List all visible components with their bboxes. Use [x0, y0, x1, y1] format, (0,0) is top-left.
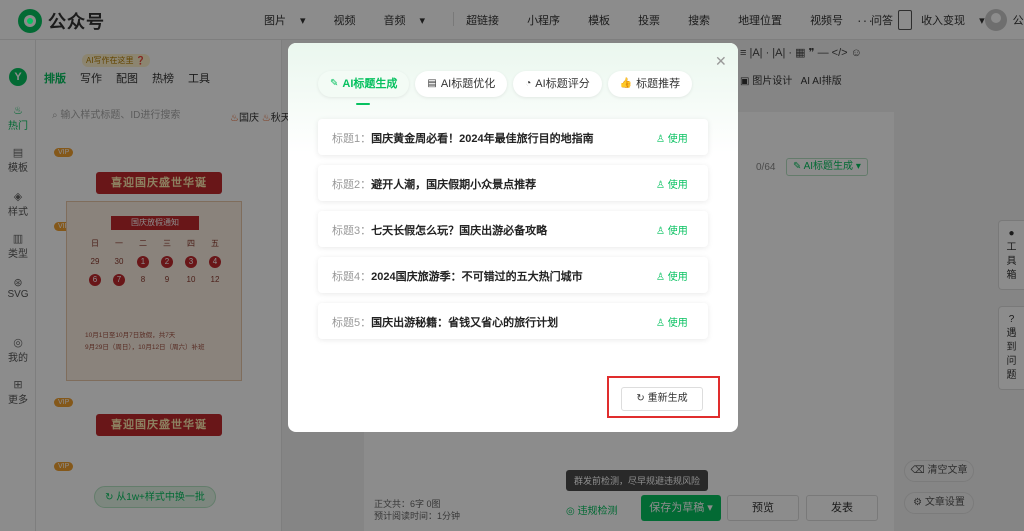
title-text: 2024国庆旅游季：不可错过的五大热门城市	[371, 271, 583, 283]
title-index: 标题1：	[332, 133, 372, 145]
title-index: 标题3：	[332, 225, 372, 237]
doc-icon: ▤	[427, 78, 437, 89]
modal-tabs: ✎ AI标题生成 ▤ AI标题优化 ◔ AI标题评分 👍 标题推荐	[318, 71, 693, 105]
title-option: 标题2：避开人潮，国庆假期小众景点推荐 ♙ 使用	[318, 165, 708, 201]
title-option: 标题3：七天长假怎么玩？国庆出游必备攻略 ♙ 使用	[318, 211, 708, 247]
title-index: 标题2：	[332, 179, 372, 191]
score-icon: ◔	[525, 78, 532, 89]
thumb-icon: ♙	[656, 134, 668, 145]
ai-title-modal: ✕ ✎ AI标题生成 ▤ AI标题优化 ◔ AI标题评分 👍 标题推荐 标题1：国庆黄金…	[288, 43, 738, 432]
regenerate-button[interactable]: ↻ 重新生成	[621, 387, 703, 411]
title-text: 避开人潮，国庆假期小众景点推荐	[371, 179, 537, 191]
thumb-icon: ♙	[656, 272, 668, 283]
thumb-icon: 👍	[619, 78, 633, 89]
title-index: 标题5：	[332, 317, 372, 329]
magic-wand-icon: ✎	[330, 78, 339, 89]
title-text: 七天长假怎么玩？国庆出游必备攻略	[371, 225, 548, 237]
tab-ai-title-optimize[interactable]: ▤ AI标题优化	[415, 71, 508, 97]
tab-title-recommend[interactable]: 👍 标题推荐	[607, 71, 693, 97]
thumb-icon: ♙	[656, 180, 668, 191]
title-index: 标题4：	[332, 271, 372, 283]
title-option: 标题1：国庆黄金周必看！2024年最佳旅行目的地指南 ♙ 使用	[318, 119, 708, 155]
tab-ai-title-score[interactable]: ◔ AI标题评分	[513, 71, 602, 97]
use-title-button[interactable]: ♙ 使用	[656, 268, 688, 283]
use-title-button[interactable]: ♙ 使用	[656, 222, 688, 237]
use-title-button[interactable]: ♙ 使用	[656, 314, 688, 329]
tab-ai-title-generate[interactable]: ✎ AI标题生成	[318, 71, 410, 105]
title-text: 国庆出游秘籍：省钱又省心的旅行计划	[371, 317, 559, 329]
title-option: 标题4：2024国庆旅游季：不可错过的五大热门城市 ♙ 使用	[318, 257, 708, 293]
close-icon[interactable]: ✕	[715, 53, 727, 70]
title-text: 国庆黄金周必看！2024年最佳旅行目的地指南	[371, 133, 594, 145]
thumb-icon: ♙	[656, 226, 668, 237]
generated-title-list: 标题1：国庆黄金周必看！2024年最佳旅行目的地指南 ♙ 使用 标题2：避开人潮…	[318, 119, 708, 349]
thumb-icon: ♙	[656, 318, 668, 329]
use-title-button[interactable]: ♙ 使用	[656, 176, 688, 191]
use-title-button[interactable]: ♙ 使用	[656, 130, 688, 145]
refresh-icon: ↻	[636, 393, 648, 404]
title-option: 标题5：国庆出游秘籍：省钱又省心的旅行计划 ♙ 使用	[318, 303, 708, 339]
